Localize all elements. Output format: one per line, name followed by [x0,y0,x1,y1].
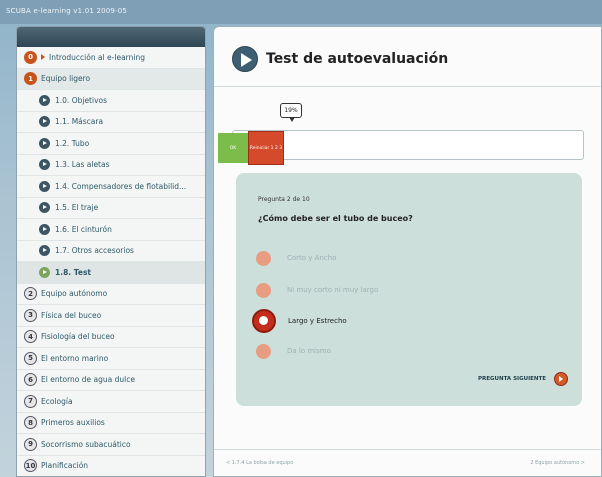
next-question-button[interactable]: PREGUNTA SIGUIENTE [478,372,568,386]
question-counter: Pregunta 2 de 10 [258,196,310,203]
sidebar-item-planificacion[interactable]: 10 Planificación [17,456,205,477]
sidebar-item-label: Equipo ligero [41,74,91,84]
sidebar-subitem-compensadores[interactable]: 1.4. Compensadores de flotabilid... [17,176,205,198]
content-header: Test de autoevaluación [214,27,601,87]
module-number-badge: 3 [24,308,37,322]
sidebar-subitem-tubo[interactable]: 1.2. Tubo [17,133,205,155]
sidebar-item-equipo-autonomo[interactable]: 2 Equipo autónomo [17,284,205,305]
next-question-label: PREGUNTA SIGUIENTE [477,376,546,382]
sidebar-item-entorno-marino[interactable]: 5 El entorno marino [17,348,205,370]
window-titlebar: SCUBA e-learning v1.01 2009-05 [0,0,602,24]
page-title: Test de autoevaluación [266,51,449,67]
arrow-right-icon [41,54,45,61]
play-circle-icon [39,116,50,128]
sidebar-item-fisiologia[interactable]: 4 Fisiología del buceo [17,327,205,348]
play-circle-icon [232,46,258,72]
module-number-badge: 6 [24,373,37,387]
play-circle-icon [39,180,50,192]
progress-percent-bubble: 19% [280,103,302,122]
progress-bar [232,130,584,160]
sidebar-header [17,27,205,47]
sidebar-item-label: Socorrismo subacuático [41,439,131,449]
question-text: ¿Cómo debe ser el tubo de buceo? [258,214,413,223]
sidebar-item-label: Equipo autónomo [41,289,108,299]
answer-option[interactable]: Da lo mismo [256,340,556,362]
sidebar-item-label: El entorno de agua dulce [41,375,135,385]
sidebar-item-label: 1.4. Compensadores de flotabilid... [55,181,187,191]
sidebar-item-fisica[interactable]: 3 Física del buceo [17,305,205,327]
sidebar-item-label: 1.3. Las aletas [55,160,110,170]
question-card: Pregunta 2 de 10 ¿Cómo debe ser el tubo … [236,173,582,406]
answer-option[interactable]: Corto y Ancho [256,247,556,269]
window-title: SCUBA e-learning v1.01 2009-05 [6,7,128,15]
sidebar-subitem-otros-accesorios[interactable]: 1.7. Otros accesorios [17,241,205,262]
module-number-badge: 7 [24,394,37,408]
previous-page-link[interactable]: < 1.7.4 La bolsa de equipo [226,460,293,466]
sidebar-item-ecologia[interactable]: 7 Ecología [17,391,205,413]
module-number-badge: 1 [24,72,37,86]
radio-button-selected[interactable] [252,309,276,333]
sidebar-item-introduccion[interactable]: 0 Introducción al e-learning [17,47,205,69]
content-panel: Test de autoevaluación 19% OK Reiniciar … [213,26,602,477]
sidebar-item-label: 1.5. El traje [55,203,99,213]
play-circle-icon [39,202,50,214]
next-page-link[interactable]: 2 Equipo autónomo > [530,460,585,466]
content-footer: < 1.7.4 La bolsa de equipo 2 Equipo autó… [214,449,601,477]
sidebar-item-label: 1.2. Tubo [55,138,90,148]
sidebar-item-label: 1.8. Test [55,267,92,277]
sidebar-subitem-test[interactable]: 1.8. Test [17,262,205,284]
arrow-right-circle-icon [554,372,568,386]
play-circle-icon [39,94,50,106]
sidebar-item-agua-dulce[interactable]: 6 El entorno de agua dulce [17,370,205,391]
sidebar-subitem-mascara[interactable]: 1.1. Máscara [17,112,205,133]
module-number-badge: 10 [24,459,37,473]
module-number-badge: 9 [24,437,37,451]
sidebar-subitem-cinturon[interactable]: 1.6. El cinturón [17,219,205,241]
answer-option[interactable]: Ni muy corto ni muy largo [256,279,556,301]
sidebar-item-socorrismo[interactable]: 9 Socorrismo subacuático [17,434,205,456]
sidebar-item-label: 1.1. Máscara [55,117,104,127]
answer-option-selected[interactable]: Largo y Estrecho [252,309,556,333]
ok-button[interactable]: OK [218,133,248,163]
sidebar: 0 Introducción al e-learning 1 Equipo li… [16,26,206,477]
answer-option-label: Da lo mismo [287,347,331,355]
module-number-badge: 5 [24,351,37,365]
sidebar-item-label: El entorno marino [41,353,109,363]
sidebar-item-label: Planificación [41,461,89,471]
play-circle-icon [39,245,50,257]
sidebar-subitem-traje[interactable]: 1.5. El traje [17,198,205,219]
radio-button[interactable] [256,250,271,266]
answer-option-label: Corto y Ancho [287,254,337,262]
sidebar-item-label: Ecología [41,396,73,406]
module-number-badge: 4 [24,330,37,344]
sidebar-item-equipo-ligero[interactable]: 1 Equipo ligero [17,68,205,90]
play-circle-icon [39,137,50,149]
play-circle-icon [39,266,50,278]
radio-button[interactable] [256,343,271,359]
answer-option-label: Ni muy corto ni muy largo [287,286,379,294]
radio-button[interactable] [256,282,271,298]
sidebar-item-label: 1.6. El cinturón [55,224,112,234]
sidebar-subitem-objetivos[interactable]: 1.0. Objetivos [17,90,205,112]
module-number-badge: 2 [24,287,37,301]
restart-button[interactable]: Reiniciar 1 2 3 [248,131,284,165]
module-number-badge: 8 [24,416,37,430]
progress-area: 19% [232,103,584,163]
sidebar-item-label: Fisiología del buceo [41,332,115,342]
sidebar-item-label: Física del buceo [41,310,102,320]
module-nav: 0 Introducción al e-learning 1 Equipo li… [17,47,205,477]
sidebar-item-label: 1.0. Objetivos [55,95,108,105]
play-circle-icon [39,159,50,171]
sidebar-item-label: 1.7. Otros accesorios [55,246,134,256]
module-number-badge: 0 [24,50,37,64]
sidebar-item-label: Primeros auxilios [41,418,105,428]
sidebar-item-label: Introducción al e-learning [49,52,145,62]
sidebar-item-primeros-auxilios[interactable]: 8 Primeros auxilios [17,413,205,434]
answer-option-label: Largo y Estrecho [288,317,347,325]
play-circle-icon [39,223,50,235]
sidebar-subitem-aletas[interactable]: 1.3. Las aletas [17,155,205,176]
